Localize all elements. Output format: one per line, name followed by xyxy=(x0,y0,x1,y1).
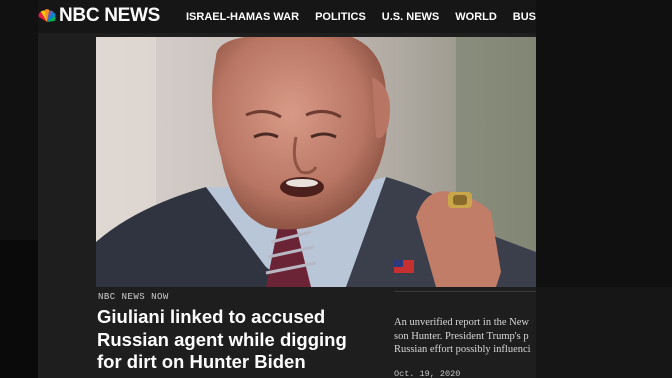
hero-image[interactable] xyxy=(96,37,536,287)
right-letterbox xyxy=(536,0,672,378)
dek-line: An unverified report in the New xyxy=(394,317,529,328)
left-letterbox xyxy=(0,0,38,378)
article-dek: An unverified report in the New son Hunt… xyxy=(394,316,536,357)
nbc-news-logo[interactable]: NBC NEWS xyxy=(38,4,160,28)
nav-item-israel-hamas-war[interactable]: ISRAEL-HAMAS WAR xyxy=(186,11,299,23)
article-headline[interactable]: Giuliani linked to accused Russian agent… xyxy=(97,306,367,374)
article-date: Oct. 19, 2020 xyxy=(394,369,461,378)
nav-item-politics[interactable]: POLITICS xyxy=(315,11,366,23)
peacock-icon xyxy=(38,9,56,22)
nav-item-business[interactable]: BUSINESS xyxy=(513,11,536,23)
top-nav: NBC NEWS ISRAEL-HAMAS WAR POLITICS U.S. … xyxy=(38,0,536,33)
hero-photo xyxy=(96,37,536,287)
dek-line: Russian effort possibly influenci xyxy=(394,344,531,355)
article-kicker[interactable]: NBC NEWS NOW xyxy=(98,292,169,302)
nav-item-world[interactable]: WORLD xyxy=(455,11,497,23)
nav-item-us-news[interactable]: U.S. NEWS xyxy=(382,11,439,23)
nav-menu: ISRAEL-HAMAS WAR POLITICS U.S. NEWS WORL… xyxy=(186,0,536,33)
divider xyxy=(394,291,536,292)
brand-name: NBC NEWS xyxy=(59,5,161,26)
page: NBC NEWS ISRAEL-HAMAS WAR POLITICS U.S. … xyxy=(38,0,536,378)
dek-line: son Hunter. President Trump's p xyxy=(394,330,529,342)
